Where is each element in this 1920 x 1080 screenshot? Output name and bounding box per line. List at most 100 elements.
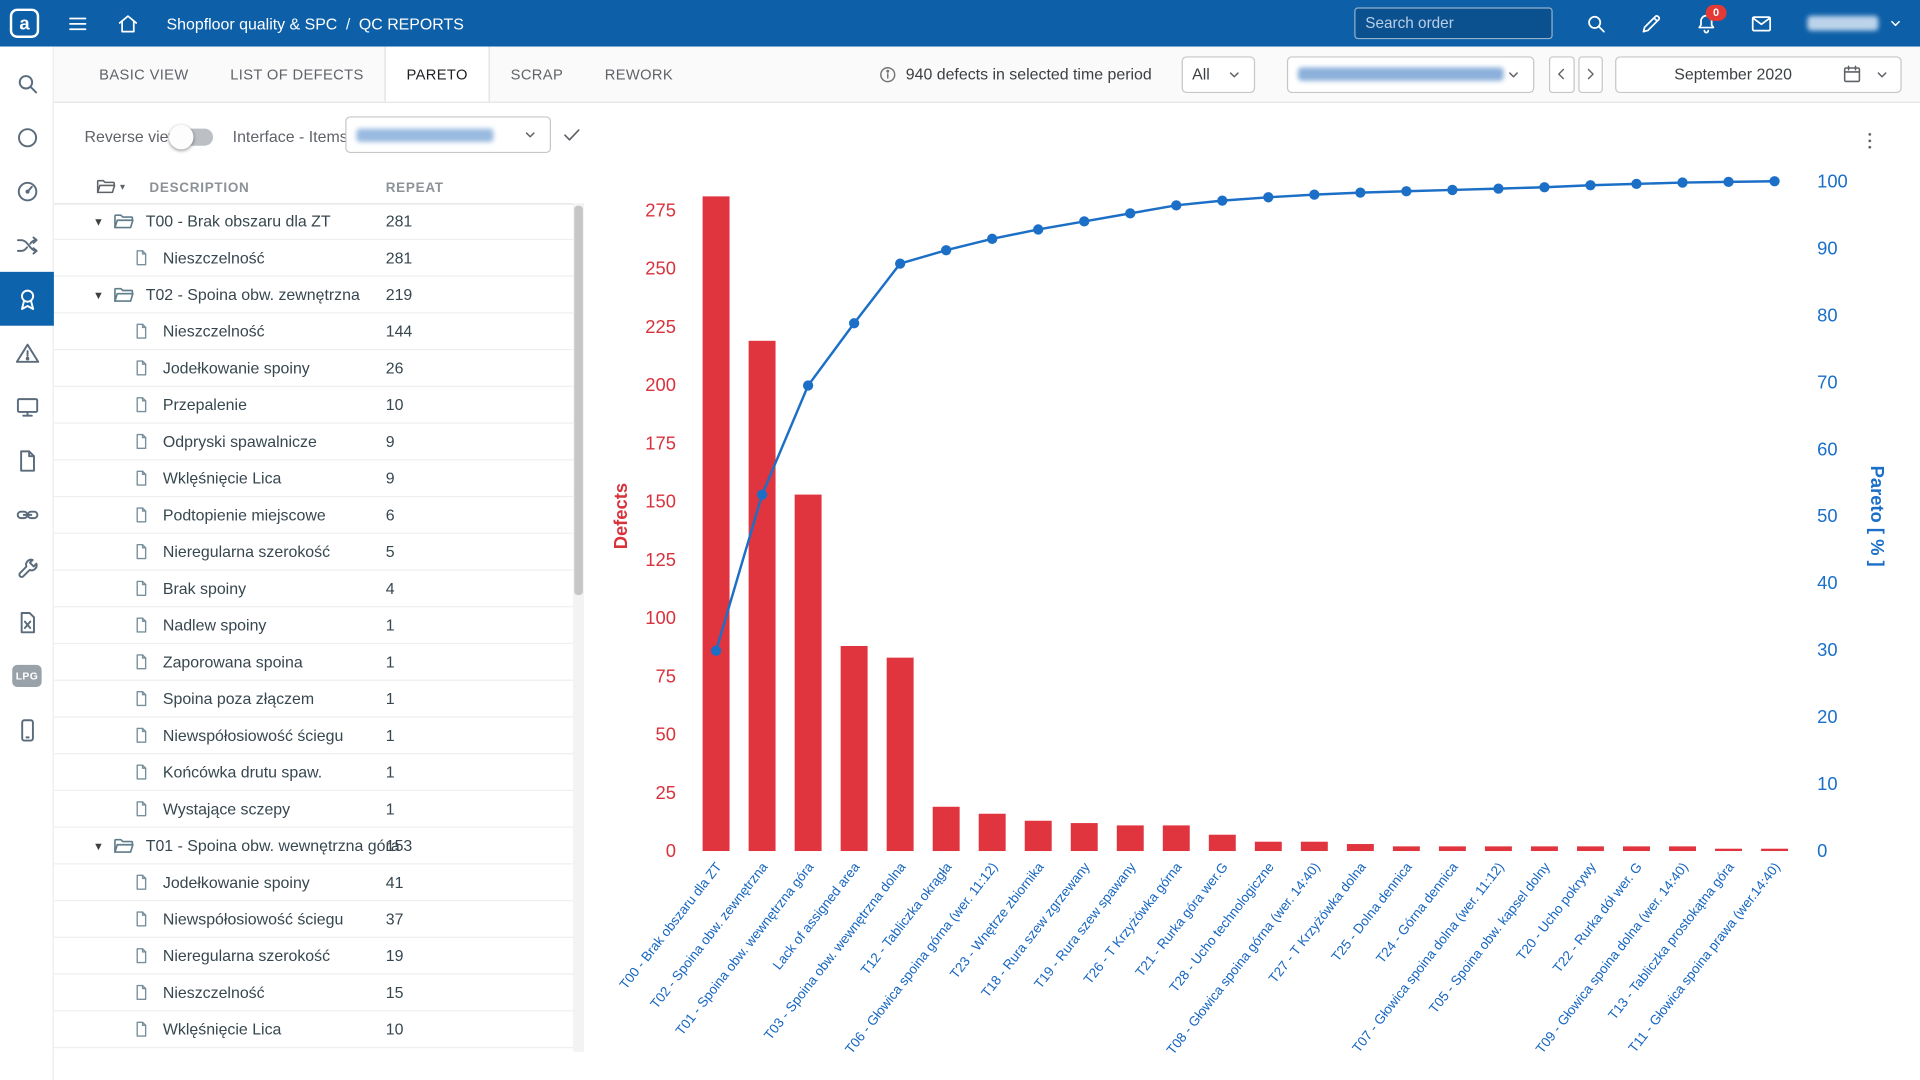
- table-row[interactable]: Nieregularna szerokość5: [54, 534, 573, 571]
- cumulative-point: [1125, 208, 1135, 218]
- sidebar-item-shuffle[interactable]: [0, 218, 54, 272]
- table-row[interactable]: Nieszczelność15: [54, 975, 573, 1012]
- file-icon: [132, 947, 150, 965]
- reverse-view-label: Reverse view: [84, 127, 180, 145]
- table-row[interactable]: Przepalenie10: [54, 387, 573, 424]
- notifications-button[interactable]: 0: [1695, 12, 1718, 35]
- scrollbar-thumb[interactable]: [574, 206, 583, 595]
- search-icon[interactable]: [1584, 12, 1607, 35]
- file-icon: [132, 726, 150, 744]
- sidebar-item-warning[interactable]: [0, 326, 54, 380]
- breadcrumb: Shopfloor quality & SPC / QC REPORTS: [167, 14, 464, 32]
- sidebar-item-link[interactable]: [0, 487, 54, 541]
- defect-label: Spoina poza złączem: [163, 689, 314, 707]
- cumulative-point: [1769, 176, 1779, 186]
- sidebar-item-excel[interactable]: [0, 595, 54, 649]
- table-row[interactable]: Odpryski spawalnicze9: [54, 424, 573, 461]
- sidebar-item-document[interactable]: [0, 433, 54, 487]
- toggle-knob: [169, 125, 193, 149]
- table-row[interactable]: Wystające sczepy1: [54, 791, 573, 828]
- expand-all-control[interactable]: ▾: [96, 176, 125, 197]
- file-icon: [132, 873, 150, 891]
- sidebar-item-medal[interactable]: [0, 272, 54, 326]
- table-row[interactable]: Niewspółosiowość ściegu1: [54, 718, 573, 755]
- monitor-icon: [14, 394, 40, 420]
- collapse-caret-icon[interactable]: ▼: [93, 215, 105, 227]
- table-row[interactable]: Niewspółosiowość ściegu37: [54, 901, 573, 938]
- calendar-icon: [1842, 64, 1863, 85]
- sidebar-item-circle[interactable]: [0, 110, 54, 164]
- tab-scrap[interactable]: SCRAP: [490, 47, 584, 102]
- table-row[interactable]: Końcówka drutu spaw.1: [54, 754, 573, 791]
- table-row[interactable]: Wklęśnięcie Lica9: [54, 460, 573, 497]
- machine-filter-select[interactable]: [1287, 56, 1534, 93]
- app-logo[interactable]: a: [10, 9, 39, 38]
- collapse-caret-icon[interactable]: ▼: [93, 839, 105, 851]
- table-row[interactable]: Zaporowana spoina1: [54, 644, 573, 681]
- cumulative-point: [1355, 187, 1365, 197]
- column-repeat: REPEAT: [386, 181, 444, 196]
- tab-basic-view[interactable]: BASIC VIEW: [78, 47, 209, 102]
- table-row[interactable]: Nieszczelność281: [54, 240, 573, 277]
- table-row[interactable]: Podtopienie miejscowe6: [54, 497, 573, 534]
- table-row[interactable]: ▼T01 - Spoina obw. wewnętrzna góra153: [54, 828, 573, 865]
- sidebar-item-search[interactable]: [0, 56, 54, 110]
- table-row[interactable]: Nieszczelność144: [54, 313, 573, 350]
- user-menu[interactable]: [1807, 13, 1905, 33]
- defect-bar: [1025, 821, 1052, 851]
- tab-pareto[interactable]: PARETO: [384, 47, 489, 102]
- search-order-input[interactable]: [1356, 15, 1573, 32]
- menu-icon[interactable]: [66, 12, 89, 35]
- app-logo-letter: a: [19, 13, 29, 34]
- table-row[interactable]: Wklęśnięcie Lica10: [54, 1011, 573, 1048]
- cumulative-point: [895, 258, 905, 268]
- interface-items-select[interactable]: [345, 116, 551, 153]
- sidebar-item-gauge[interactable]: [0, 164, 54, 218]
- defect-bar: [795, 495, 822, 851]
- notification-badge: 0: [1706, 4, 1727, 20]
- table-row[interactable]: Brak spoiny4: [54, 571, 573, 608]
- sidebar-item-monitor[interactable]: [0, 380, 54, 434]
- right-axis-tick: 80: [1817, 304, 1837, 325]
- table-row[interactable]: Jodełkowanie spoiny41: [54, 864, 573, 901]
- collapse-caret-icon[interactable]: ▼: [93, 288, 105, 300]
- left-axis-tick: 225: [645, 316, 676, 337]
- defect-label: Jodełkowanie spoiny: [163, 359, 310, 377]
- tab-list-of-defects[interactable]: LIST OF DEFECTS: [209, 47, 384, 102]
- sidebar-item-mobile[interactable]: [0, 703, 54, 757]
- top-bar: a Shopfloor quality & SPC / QC REPORTS 0: [0, 0, 1920, 47]
- table-header: ▾ DESCRIPTION REPEAT: [54, 171, 573, 204]
- period-picker[interactable]: September 2020: [1615, 56, 1902, 93]
- table-row[interactable]: Nadlew spoiny1: [54, 607, 573, 644]
- home-icon[interactable]: [116, 12, 139, 35]
- table-row[interactable]: ▼T00 - Brak obszaru dla ZT281: [54, 203, 573, 240]
- repeat-value: 10: [386, 1020, 404, 1038]
- repeat-value: 15: [386, 983, 404, 1001]
- left-axis-tick: 175: [645, 432, 676, 453]
- repeat-value: 1: [386, 653, 395, 671]
- mail-icon[interactable]: [1750, 12, 1773, 35]
- defect-bar: [887, 658, 914, 851]
- table-row[interactable]: Nieregularna szerokość19: [54, 938, 573, 975]
- cumulative-point: [941, 245, 951, 255]
- sidebar-item-lpg[interactable]: LPG: [0, 649, 54, 703]
- tab-rework[interactable]: REWORK: [584, 47, 694, 102]
- previous-period-button[interactable]: [1549, 56, 1574, 93]
- period-value: September 2020: [1625, 65, 1842, 83]
- breadcrumb-section[interactable]: Shopfloor quality & SPC: [167, 14, 338, 32]
- table-row[interactable]: Jodełkowanie spoiny26: [54, 350, 573, 387]
- reverse-view-toggle[interactable]: [173, 129, 213, 146]
- left-axis-title: Defects: [610, 483, 631, 549]
- table-row[interactable]: Spoina poza złączem1: [54, 681, 573, 718]
- defect-label: Brak spoiny: [163, 579, 246, 597]
- table-row[interactable]: ▼T02 - Spoina obw. zewnętrzna219: [54, 277, 573, 314]
- apply-check-icon[interactable]: [561, 124, 583, 146]
- cumulative-point: [1263, 192, 1273, 202]
- list-scrollbar[interactable]: [573, 203, 584, 1052]
- type-filter-select[interactable]: All: [1181, 56, 1255, 93]
- edit-icon[interactable]: [1640, 12, 1663, 35]
- right-axis-tick: 60: [1817, 438, 1837, 459]
- next-period-button[interactable]: [1578, 56, 1603, 93]
- cumulative-point: [1309, 189, 1319, 199]
- sidebar-item-wrench[interactable]: [0, 541, 54, 595]
